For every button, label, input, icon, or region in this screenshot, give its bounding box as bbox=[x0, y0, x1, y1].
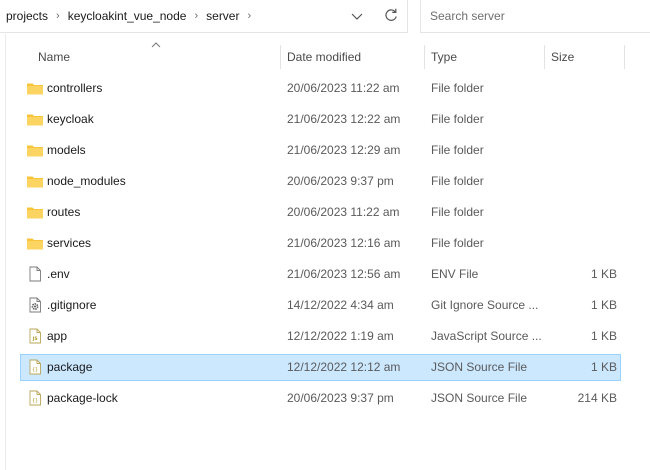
file-size bbox=[550, 197, 617, 228]
file-date-modified: 20/06/2023 9:37 pm bbox=[287, 174, 394, 188]
file-name: .gitignore bbox=[47, 298, 97, 312]
file-size: 214 KB bbox=[577, 391, 617, 405]
folder-icon bbox=[27, 145, 43, 157]
column-date-modified[interactable]: Date modified bbox=[287, 42, 361, 72]
file-type: File folder bbox=[431, 112, 484, 126]
file-row[interactable]: routes 20/06/2023 11:22 am File folder bbox=[20, 197, 622, 228]
breadcrumb: projects › keycloakint_vue_node › server… bbox=[6, 0, 259, 32]
file-date-modified: 20/06/2023 11:22 am bbox=[287, 205, 400, 219]
file-name: app bbox=[47, 329, 68, 343]
chevron-right-icon[interactable]: › bbox=[247, 10, 251, 22]
svg-text:{}: {} bbox=[32, 367, 38, 373]
file-size bbox=[550, 228, 617, 259]
file-row[interactable]: {} package 12/12/2022 12:12 am JSON Sour… bbox=[20, 352, 622, 383]
file-name: services bbox=[47, 236, 92, 250]
chevron-down-icon[interactable] bbox=[349, 8, 365, 24]
breadcrumb-projects[interactable]: projects bbox=[6, 9, 48, 23]
file-row[interactable]: services 21/06/2023 12:16 am File folder bbox=[20, 228, 622, 259]
column-header: Name Date modified Type Size bbox=[20, 42, 630, 72]
file-type: File folder bbox=[431, 174, 484, 188]
folder-icon bbox=[27, 114, 43, 126]
file-name: keycloak bbox=[47, 112, 94, 126]
file-type: File folder bbox=[431, 81, 484, 95]
file-name: routes bbox=[47, 205, 81, 219]
search-box[interactable] bbox=[420, 0, 650, 33]
file-size: 1 KB bbox=[590, 298, 617, 312]
top-bar: projects › keycloakint_vue_node › server… bbox=[0, 0, 650, 34]
file-size bbox=[550, 104, 617, 135]
file-date-modified: 12/12/2022 1:19 am bbox=[287, 329, 394, 343]
file-list: controllers 20/06/2023 11:22 am File fol… bbox=[20, 73, 622, 414]
file-type: JavaScript Source ... bbox=[431, 329, 542, 343]
file-name: node_modules bbox=[47, 174, 126, 188]
file-name: .env bbox=[47, 267, 70, 281]
file-row[interactable]: keycloak 21/06/2023 12:22 am File folder bbox=[20, 104, 622, 135]
file-date-modified: 20/06/2023 11:22 am bbox=[287, 81, 400, 95]
column-type[interactable]: Type bbox=[431, 42, 457, 72]
file-name: models bbox=[47, 143, 86, 157]
search-input[interactable] bbox=[430, 7, 630, 25]
svg-text:{}: {} bbox=[32, 398, 38, 404]
gear-file-icon bbox=[29, 297, 41, 313]
navigation-pane-edge bbox=[0, 34, 6, 470]
file-row[interactable]: JS app 12/12/2022 1:19 am JavaScript Sou… bbox=[20, 321, 622, 352]
column-divider[interactable] bbox=[424, 45, 425, 69]
column-divider[interactable] bbox=[544, 45, 545, 69]
file-date-modified: 21/06/2023 12:56 am bbox=[287, 267, 401, 281]
js-file-icon: JS bbox=[29, 328, 41, 344]
folder-icon bbox=[27, 83, 43, 95]
column-size[interactable]: Size bbox=[551, 42, 574, 72]
folder-icon bbox=[27, 238, 43, 250]
column-name[interactable]: Name bbox=[38, 42, 70, 72]
file-date-modified: 21/06/2023 12:16 am bbox=[287, 236, 401, 250]
file-size bbox=[550, 73, 617, 104]
file-size: 1 KB bbox=[590, 360, 617, 374]
file-name: package-lock bbox=[47, 391, 118, 405]
file-row[interactable]: controllers 20/06/2023 11:22 am File fol… bbox=[20, 73, 622, 104]
file-row[interactable]: .gitignore 14/12/2022 4:34 am Git Ignore… bbox=[20, 290, 622, 321]
folder-icon bbox=[27, 207, 43, 219]
file-date-modified: 14/12/2022 4:34 am bbox=[287, 298, 394, 312]
refresh-icon[interactable] bbox=[383, 7, 399, 23]
file-type: JSON Source File bbox=[431, 360, 528, 374]
breadcrumb-server[interactable]: server bbox=[206, 9, 239, 23]
file-row[interactable]: node_modules 20/06/2023 9:37 pm File fol… bbox=[20, 166, 622, 197]
file-type: File folder bbox=[431, 236, 484, 250]
file-row[interactable]: models 21/06/2023 12:29 am File folder bbox=[20, 135, 622, 166]
file-row[interactable]: {} package-lock 20/06/2023 9:37 pm JSON … bbox=[20, 383, 622, 414]
chevron-right-icon[interactable]: › bbox=[56, 10, 60, 22]
file-type: File folder bbox=[431, 143, 484, 157]
sort-ascending-icon bbox=[151, 42, 161, 48]
file-date-modified: 21/06/2023 12:29 am bbox=[287, 143, 401, 157]
folder-icon bbox=[27, 176, 43, 188]
file-date-modified: 20/06/2023 9:37 pm bbox=[287, 391, 394, 405]
file-date-modified: 12/12/2022 12:12 am bbox=[287, 360, 401, 374]
file-type: ENV File bbox=[431, 267, 479, 281]
file-name: controllers bbox=[47, 81, 103, 95]
column-divider[interactable] bbox=[624, 45, 625, 69]
file-size bbox=[550, 135, 617, 166]
file-name: package bbox=[47, 360, 93, 374]
blank-file-icon bbox=[29, 266, 41, 282]
column-divider[interactable] bbox=[280, 45, 281, 69]
file-size bbox=[550, 166, 617, 197]
svg-text:JS: JS bbox=[32, 336, 38, 342]
chevron-right-icon[interactable]: › bbox=[194, 10, 198, 22]
file-date-modified: 21/06/2023 12:22 am bbox=[287, 112, 401, 126]
json-file-icon: {} bbox=[29, 359, 41, 375]
file-type: JSON Source File bbox=[431, 391, 528, 405]
breadcrumb-keycloakint-vue-node[interactable]: keycloakint_vue_node bbox=[68, 9, 187, 23]
file-size: 1 KB bbox=[590, 329, 617, 343]
file-size: 1 KB bbox=[590, 267, 617, 281]
address-bar[interactable]: projects › keycloakint_vue_node › server… bbox=[0, 0, 408, 33]
file-type: Git Ignore Source ... bbox=[431, 298, 539, 312]
json-file-icon: {} bbox=[29, 390, 41, 406]
file-type: File folder bbox=[431, 205, 484, 219]
file-row[interactable]: .env 21/06/2023 12:56 am ENV File 1 KB bbox=[20, 259, 622, 290]
